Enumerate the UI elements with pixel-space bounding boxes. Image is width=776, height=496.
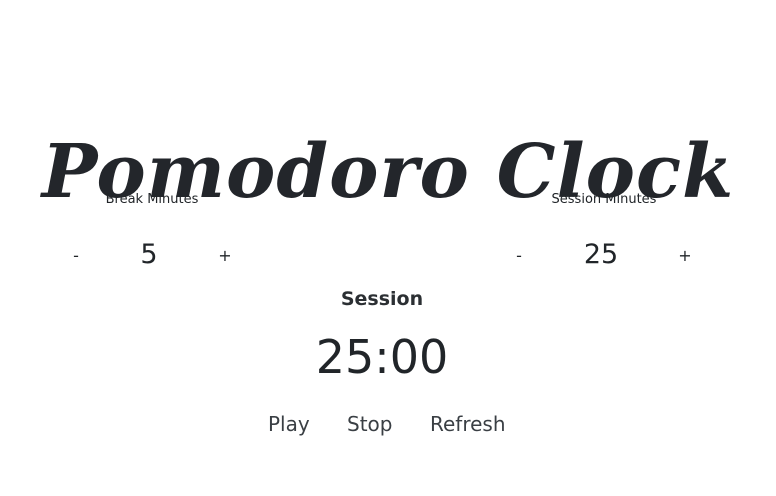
session-minutes-label: Session Minutes bbox=[551, 192, 657, 207]
session-increment-button[interactable]: + bbox=[673, 246, 697, 266]
session-minutes-value: 25 bbox=[583, 239, 619, 270]
break-increment-button[interactable]: + bbox=[213, 246, 237, 266]
timer-status-label: Session bbox=[340, 288, 424, 310]
stop-button[interactable]: Stop bbox=[347, 410, 392, 438]
break-decrement-button[interactable]: - bbox=[64, 246, 88, 266]
break-minutes-value: 5 bbox=[140, 239, 158, 270]
timer-display: 25:00 bbox=[315, 330, 449, 384]
break-minutes-label: Break Minutes bbox=[105, 192, 199, 207]
refresh-button[interactable]: Refresh bbox=[430, 410, 506, 438]
session-decrement-button[interactable]: - bbox=[507, 246, 531, 266]
play-button[interactable]: Play bbox=[268, 410, 310, 438]
